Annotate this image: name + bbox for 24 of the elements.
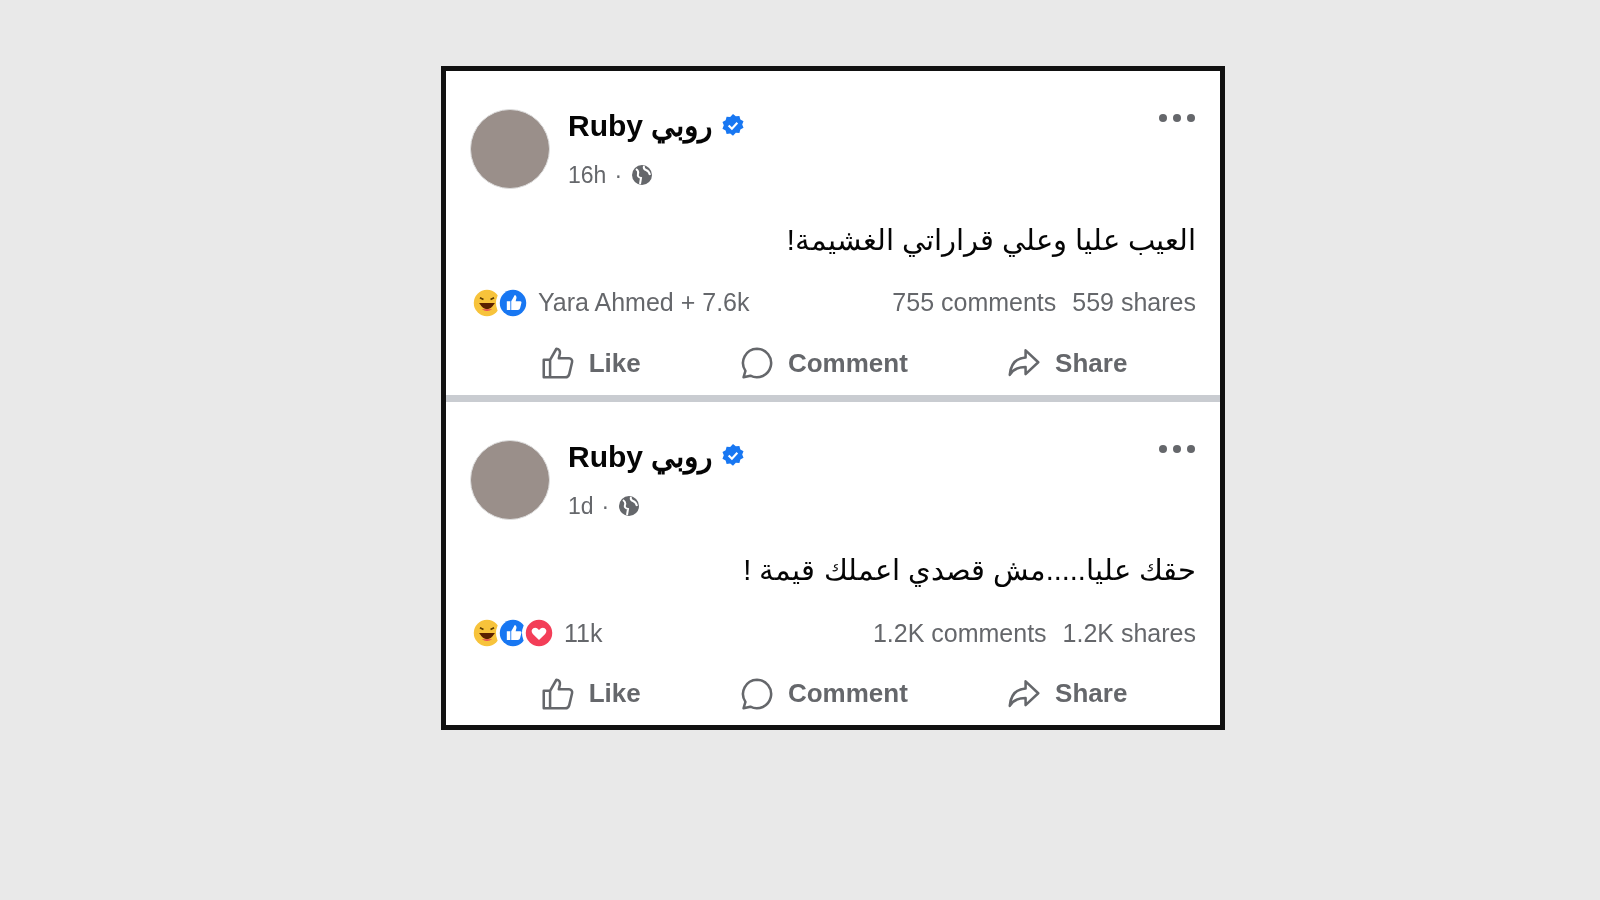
action-button[interactable]: Like <box>526 339 653 387</box>
separator-dot: · <box>614 161 623 190</box>
action-button[interactable]: Share <box>993 670 1140 717</box>
globe-icon <box>617 493 642 518</box>
post-text: حقك عليا.....مش قصدي اعملك قيمة ! <box>742 553 1196 589</box>
reaction-count[interactable]: Yara Ahmed + 7.6k <box>538 284 750 322</box>
author-name[interactable]: Ruby روبي <box>568 433 713 479</box>
comment-count[interactable]: 1.2K comments <box>872 614 1047 652</box>
reaction-count[interactable]: 11k <box>564 614 603 652</box>
post-text: العيب عليا وعلي قراراتي الغشيمة! <box>785 222 1196 259</box>
author-name[interactable]: Ruby روبي <box>568 103 713 148</box>
action-button[interactable]: Comment <box>725 670 920 717</box>
post-time[interactable]: 1d <box>568 488 594 523</box>
more-options-icon[interactable] <box>1158 443 1196 454</box>
share-count[interactable]: 1.2K shares <box>1062 614 1196 652</box>
post-time[interactable]: 16h <box>568 158 607 193</box>
action-button[interactable]: Comment <box>725 339 920 387</box>
globe-icon <box>630 163 655 188</box>
action-button[interactable]: Share <box>993 339 1140 387</box>
comment-count[interactable]: 755 comments <box>892 284 1057 322</box>
separator-dot: · <box>601 491 610 521</box>
share-count[interactable]: 559 shares <box>1072 284 1196 322</box>
more-options-icon[interactable] <box>1158 113 1196 123</box>
action-button[interactable]: Like <box>526 670 653 717</box>
